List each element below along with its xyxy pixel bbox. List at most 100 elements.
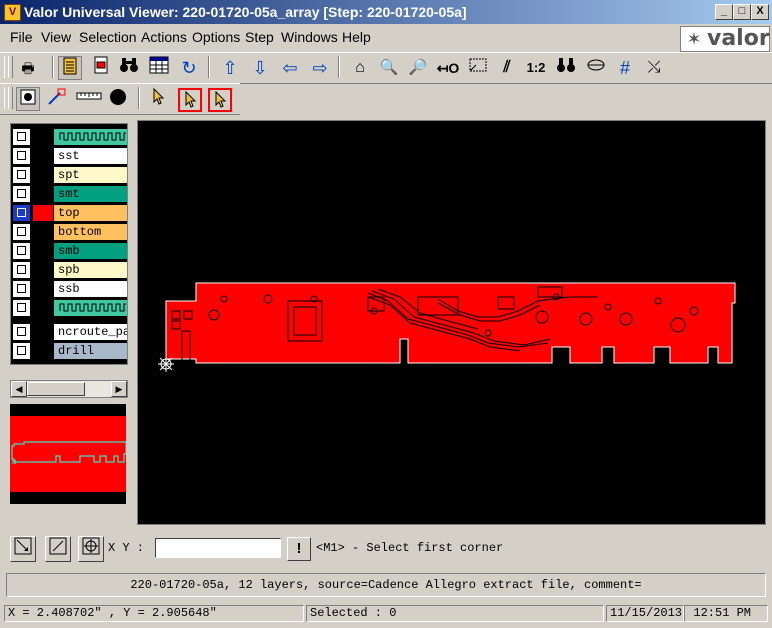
xy-input[interactable] (155, 538, 281, 558)
layer-row[interactable]: drill (11, 342, 127, 361)
layer-name[interactable]: smt (54, 186, 127, 202)
layer-row[interactable]: smt (11, 185, 127, 204)
menu-windows[interactable]: Windows (281, 29, 338, 45)
layer-name[interactable]: bottom (54, 224, 127, 240)
scale-one-to-two-button[interactable]: 1:2 (524, 56, 548, 80)
app-icon[interactable]: V (4, 4, 21, 21)
pcb-board-view[interactable] (138, 121, 765, 524)
layer-row[interactable] (11, 299, 127, 318)
snap-center-icon[interactable] (16, 87, 40, 111)
layer-row[interactable]: spb (11, 261, 127, 280)
layer-color-swatch[interactable] (33, 129, 53, 145)
snap-icon[interactable]: ⫽ (495, 56, 519, 80)
layer-checkbox[interactable] (13, 148, 30, 164)
pan-up-icon[interactable]: ⇧ (218, 56, 242, 80)
zoom-window-icon[interactable] (466, 56, 490, 80)
layer-checkbox[interactable] (13, 281, 30, 297)
grid-button[interactable] (78, 536, 104, 562)
zoom-window-button[interactable] (10, 536, 36, 562)
scroll-right-arrow-icon[interactable]: ▶ (111, 381, 127, 397)
layer-color-swatch[interactable] (33, 205, 53, 221)
refresh-icon[interactable]: ↻ (177, 56, 201, 80)
layer-color-swatch[interactable] (33, 324, 53, 340)
layer-checkbox[interactable] (13, 167, 30, 183)
layer-row[interactable]: sst (11, 147, 127, 166)
graphics-viewport[interactable] (137, 120, 766, 525)
menu-actions[interactable]: Actions (141, 29, 187, 45)
layer-row[interactable]: spt (11, 166, 127, 185)
layers-list-icon[interactable] (58, 56, 82, 80)
scroll-left-arrow-icon[interactable]: ◀ (11, 381, 27, 397)
scroll-thumb[interactable] (27, 382, 85, 396)
layer-color-swatch[interactable] (33, 343, 53, 359)
grid-icon[interactable]: # (613, 56, 637, 80)
layer-row[interactable] (11, 128, 127, 147)
menu-step[interactable]: Step (245, 29, 274, 45)
binoculars-icon[interactable] (117, 56, 141, 80)
layer-name[interactable]: spb (54, 262, 127, 278)
layer-color-swatch[interactable] (33, 262, 53, 278)
layer-pattern-swatch[interactable] (54, 300, 127, 316)
layer-list-scrollbar[interactable]: ◀ ▶ (10, 380, 128, 398)
fill-circle-icon[interactable] (106, 87, 130, 111)
zoom-out-icon[interactable]: 🔎 (406, 56, 430, 80)
layer-name[interactable]: smb (54, 243, 127, 259)
home-icon[interactable]: ⌂ (348, 56, 372, 80)
layer-name[interactable]: ssb (54, 281, 127, 297)
layer-checkbox[interactable] (13, 129, 30, 145)
layer-color-swatch[interactable] (33, 281, 53, 297)
layer-color-swatch[interactable] (33, 224, 53, 240)
layer-color-swatch[interactable] (33, 167, 53, 183)
layer-name[interactable]: top (54, 205, 127, 221)
menu-selection[interactable]: Selection (79, 29, 137, 45)
table-grid-icon[interactable] (147, 56, 171, 80)
select-pointer-icon[interactable] (146, 87, 170, 111)
flip-icon[interactable]: ⤯ (642, 56, 666, 80)
menu-options[interactable]: Options (192, 29, 240, 45)
layer-name[interactable]: drill (54, 343, 127, 359)
find-binoculars-icon[interactable] (554, 56, 578, 80)
toolbar-grip[interactable] (8, 87, 13, 109)
layer-checkbox[interactable] (13, 224, 30, 240)
layer-checkbox[interactable] (13, 324, 30, 340)
menu-view[interactable]: View (41, 29, 71, 45)
pan-left-icon[interactable]: ⇦ (278, 56, 302, 80)
exclaim-button[interactable]: ! (287, 537, 311, 561)
toolbar-grip[interactable] (8, 56, 13, 78)
layer-row[interactable]: ncroute_pa (11, 323, 127, 342)
layer-name[interactable]: ncroute_pa (54, 324, 127, 340)
layer-checkbox[interactable] (13, 243, 30, 259)
select-area-pointer-icon[interactable] (178, 88, 202, 112)
ruler-icon[interactable] (76, 87, 102, 111)
layer-row[interactable]: top (11, 204, 127, 223)
layer-checkbox[interactable] (13, 205, 30, 221)
print-icon[interactable]: 🖶 (16, 56, 40, 80)
minimize-button[interactable]: _ (715, 4, 733, 20)
layer-name[interactable]: spt (54, 167, 127, 183)
close-button[interactable]: X (751, 4, 769, 20)
layer-name[interactable]: sst (54, 148, 127, 164)
menu-file[interactable]: File (10, 29, 33, 45)
layer-row[interactable]: bottom (11, 223, 127, 242)
layer-color-swatch[interactable] (33, 300, 53, 316)
zoom-fit-icon[interactable]: ↤O (436, 56, 460, 80)
layer-pattern-swatch[interactable] (54, 129, 127, 145)
pan-right-icon[interactable]: ⇨ (308, 56, 332, 80)
zoom-in-icon[interactable]: 🔍 (377, 56, 401, 80)
layer-checkbox[interactable] (13, 300, 30, 316)
menu-help[interactable]: Help (342, 29, 371, 45)
layer-checkbox[interactable] (13, 262, 30, 278)
layer-color-swatch[interactable] (33, 148, 53, 164)
measure-icon[interactable] (584, 56, 608, 80)
layer-color-swatch[interactable] (33, 243, 53, 259)
layer-row[interactable]: ssb (11, 280, 127, 299)
edit-shape-icon[interactable] (45, 87, 69, 111)
layer-row[interactable]: smb (11, 242, 127, 261)
select-polygon-pointer-icon[interactable] (208, 88, 232, 112)
pan-down-icon[interactable]: ⇩ (248, 56, 272, 80)
maximize-button[interactable]: □ (733, 4, 751, 20)
layer-checkbox[interactable] (13, 343, 30, 359)
layer-checkbox[interactable] (13, 186, 30, 202)
display-layer-icon[interactable] (89, 56, 113, 80)
overview-map[interactable] (10, 404, 127, 504)
